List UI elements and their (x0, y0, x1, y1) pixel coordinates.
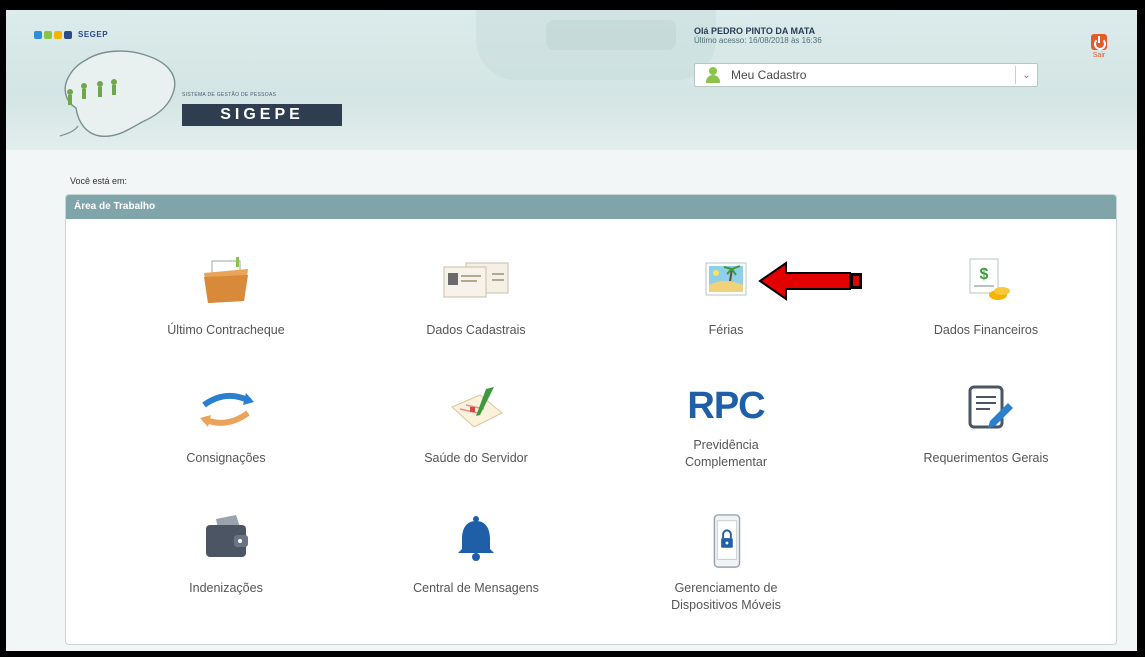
tile-dados-financeiros[interactable]: $ Dados Financeiros (876, 255, 1096, 339)
brazil-map-icon (59, 50, 176, 137)
last-access-info: Último acesso: 16/08/2018 às 16:36 (694, 36, 822, 45)
id-cards-icon (443, 262, 509, 298)
profile-select[interactable]: Meu Cadastro ⌄ (694, 63, 1038, 87)
tile-label: Consignações (186, 451, 266, 465)
workarea-title: Área de Trabalho (66, 195, 1116, 219)
bell-icon (458, 516, 494, 561)
power-icon (1091, 34, 1107, 50)
sigepe-logo[interactable]: SIGEPE (182, 104, 342, 126)
breadcrumb: Você está em: (70, 176, 128, 186)
tile-central-de-mensagens[interactable]: Central de Mensagens (366, 513, 586, 597)
refresh-arrows-icon (200, 392, 254, 427)
tile-label: Previdência Complementar (685, 438, 767, 469)
chevron-down-icon[interactable]: ⌄ (1015, 66, 1037, 84)
profile-select-value: Meu Cadastro (731, 68, 807, 82)
tile-ultimo-contracheque[interactable]: Último Contracheque (116, 255, 336, 339)
health-report-icon (451, 387, 503, 428)
tile-label: Requerimentos Gerais (923, 451, 1049, 465)
logout-button[interactable]: Sair (1084, 34, 1114, 59)
rpc-icon: RPC (686, 383, 766, 433)
segep-brand: SEGEP (78, 30, 109, 39)
workarea-panel: Área de Trabalho Último Contracheque Dad… (65, 194, 1117, 645)
page-header: SEGEP SISTEMA DE GESTÃO DE PESSOAS SIGEP… (6, 10, 1137, 150)
tile-label: Saúde do Servidor (424, 451, 528, 465)
tile-label: Dados Cadastrais (426, 323, 526, 337)
wallet-icon (206, 515, 248, 557)
tile-label: Central de Mensagens (413, 581, 539, 595)
screenshot-frame: SEGEP SISTEMA DE GESTÃO DE PESSOAS SIGEP… (0, 0, 1145, 657)
tile-previdencia-complementar[interactable]: RPC Previdência Complementar (616, 383, 836, 471)
annotation-arrow-icon (758, 261, 862, 301)
user-icon (705, 67, 721, 83)
user-greeting: Olá PEDRO PINTO DA MATA (694, 26, 816, 36)
tile-dados-cadastrais[interactable]: Dados Cadastrais (366, 255, 586, 339)
svg-text:$: $ (980, 266, 989, 283)
tile-label: Último Contracheque (167, 323, 285, 337)
mobile-lock-icon (713, 514, 741, 568)
money-icon: $ (969, 258, 1010, 300)
tile-label: Dados Financeiros (933, 323, 1039, 337)
tile-label: Indenizações (189, 581, 263, 595)
tile-requerimentos-gerais[interactable]: Requerimentos Gerais (876, 383, 1096, 467)
rpc-icon-text: RPC (687, 385, 765, 427)
tile-label: Férias (708, 323, 744, 337)
segep-logo-icon (34, 30, 72, 39)
beach-picture-icon (705, 262, 747, 296)
segep-logo[interactable]: SEGEP (34, 30, 108, 39)
tile-gerenciamento-dispositivos[interactable]: Gerenciamento de Dispositivos Móveis (616, 513, 836, 614)
tile-consignacoes[interactable]: Consignações (116, 383, 336, 467)
logout-label: Sair (1092, 52, 1106, 59)
system-name: SISTEMA DE GESTÃO DE PESSOAS (182, 92, 277, 98)
folder-icon (204, 257, 248, 303)
header-decoration (546, 20, 676, 50)
tile-label: Gerenciamento de Dispositivos Móveis (671, 581, 781, 612)
tile-indenizacoes[interactable]: Indenizações (116, 513, 336, 597)
document-edit-icon (968, 385, 1013, 429)
tile-saude-do-servidor[interactable]: Saúde do Servidor (366, 383, 586, 467)
